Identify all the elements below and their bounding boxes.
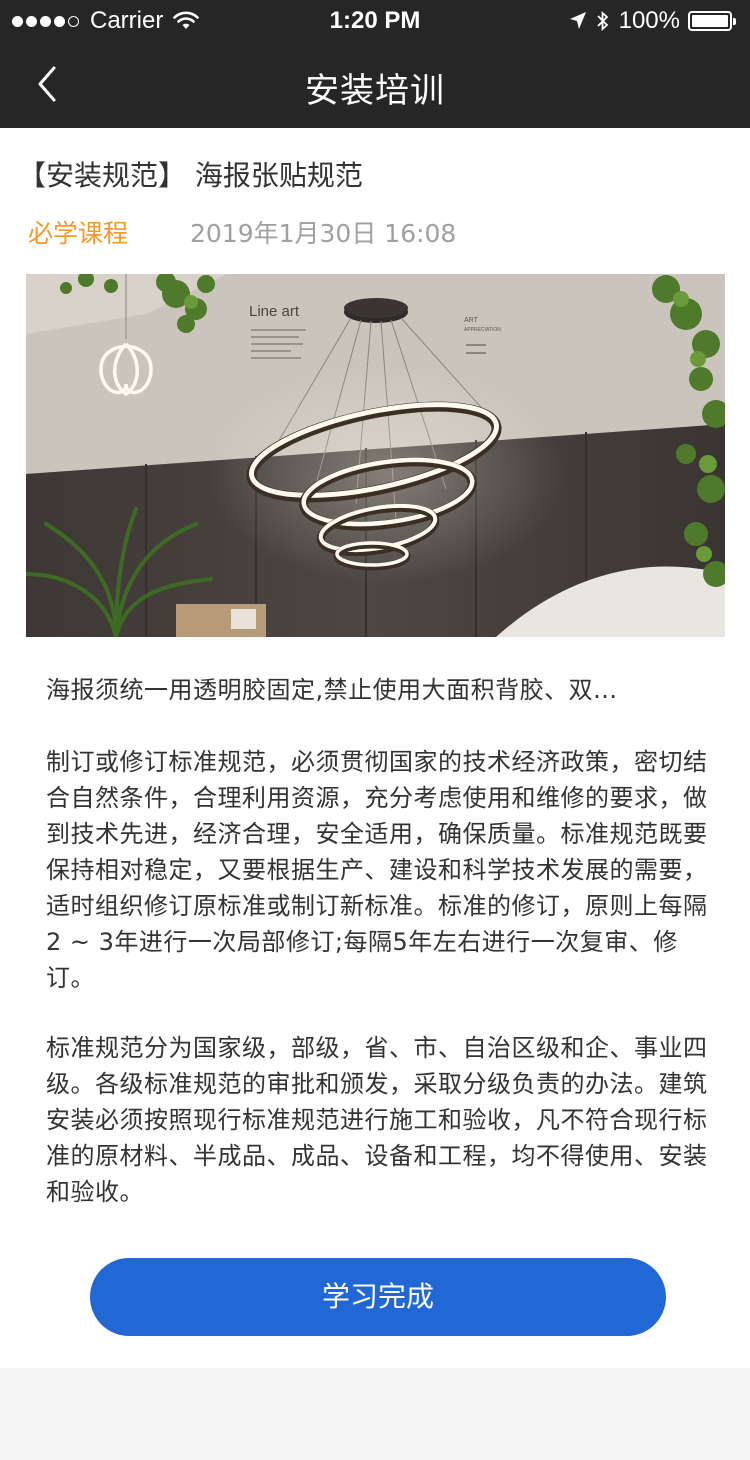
course-tag: 必学课程 — [28, 219, 129, 248]
page-title: 安装培训 — [305, 71, 445, 111]
svg-text:APPRECIATION: APPRECIATION — [464, 327, 501, 333]
battery-percent: 100% — [618, 7, 680, 34]
status-right: 100% — [569, 7, 736, 35]
svg-text:Line art: Line art — [249, 303, 300, 320]
nav-bar: 安装培训 — [0, 40, 750, 128]
article-content: 【安装规范】 海报张贴规范 必学课程 2019年1月30日 16:08 Line… — [0, 128, 750, 1368]
svg-text:ART: ART — [464, 317, 479, 324]
publish-date: 2019年1月30日 16:08 — [190, 219, 457, 248]
hero-image: Line art ART APPRECIATION — [26, 274, 725, 637]
bluetooth-icon — [596, 10, 608, 32]
battery-icon — [688, 11, 736, 31]
article-summary: 海报须统一用透明胶固定,禁止使用大面积背胶、双... — [46, 676, 618, 704]
chandelier-photo: Line art ART APPRECIATION — [26, 274, 725, 637]
article-paragraph: 标准规范分为国家级，部级，省、市、自治区级和企、事业四级。各级标准规范的审批和颁… — [46, 1034, 708, 1206]
article-paragraph: 制订或修订标准规范，必须贯彻国家的技术经济政策，密切结合自然条件，合理利用资源，… — [46, 748, 708, 992]
status-bar: Carrier 1:20 PM 100% — [0, 0, 750, 40]
article-title: 【安装规范】 海报张贴规范 — [18, 159, 363, 192]
complete-study-button[interactable]: 学习完成 — [90, 1258, 666, 1336]
location-arrow-icon — [569, 12, 586, 29]
